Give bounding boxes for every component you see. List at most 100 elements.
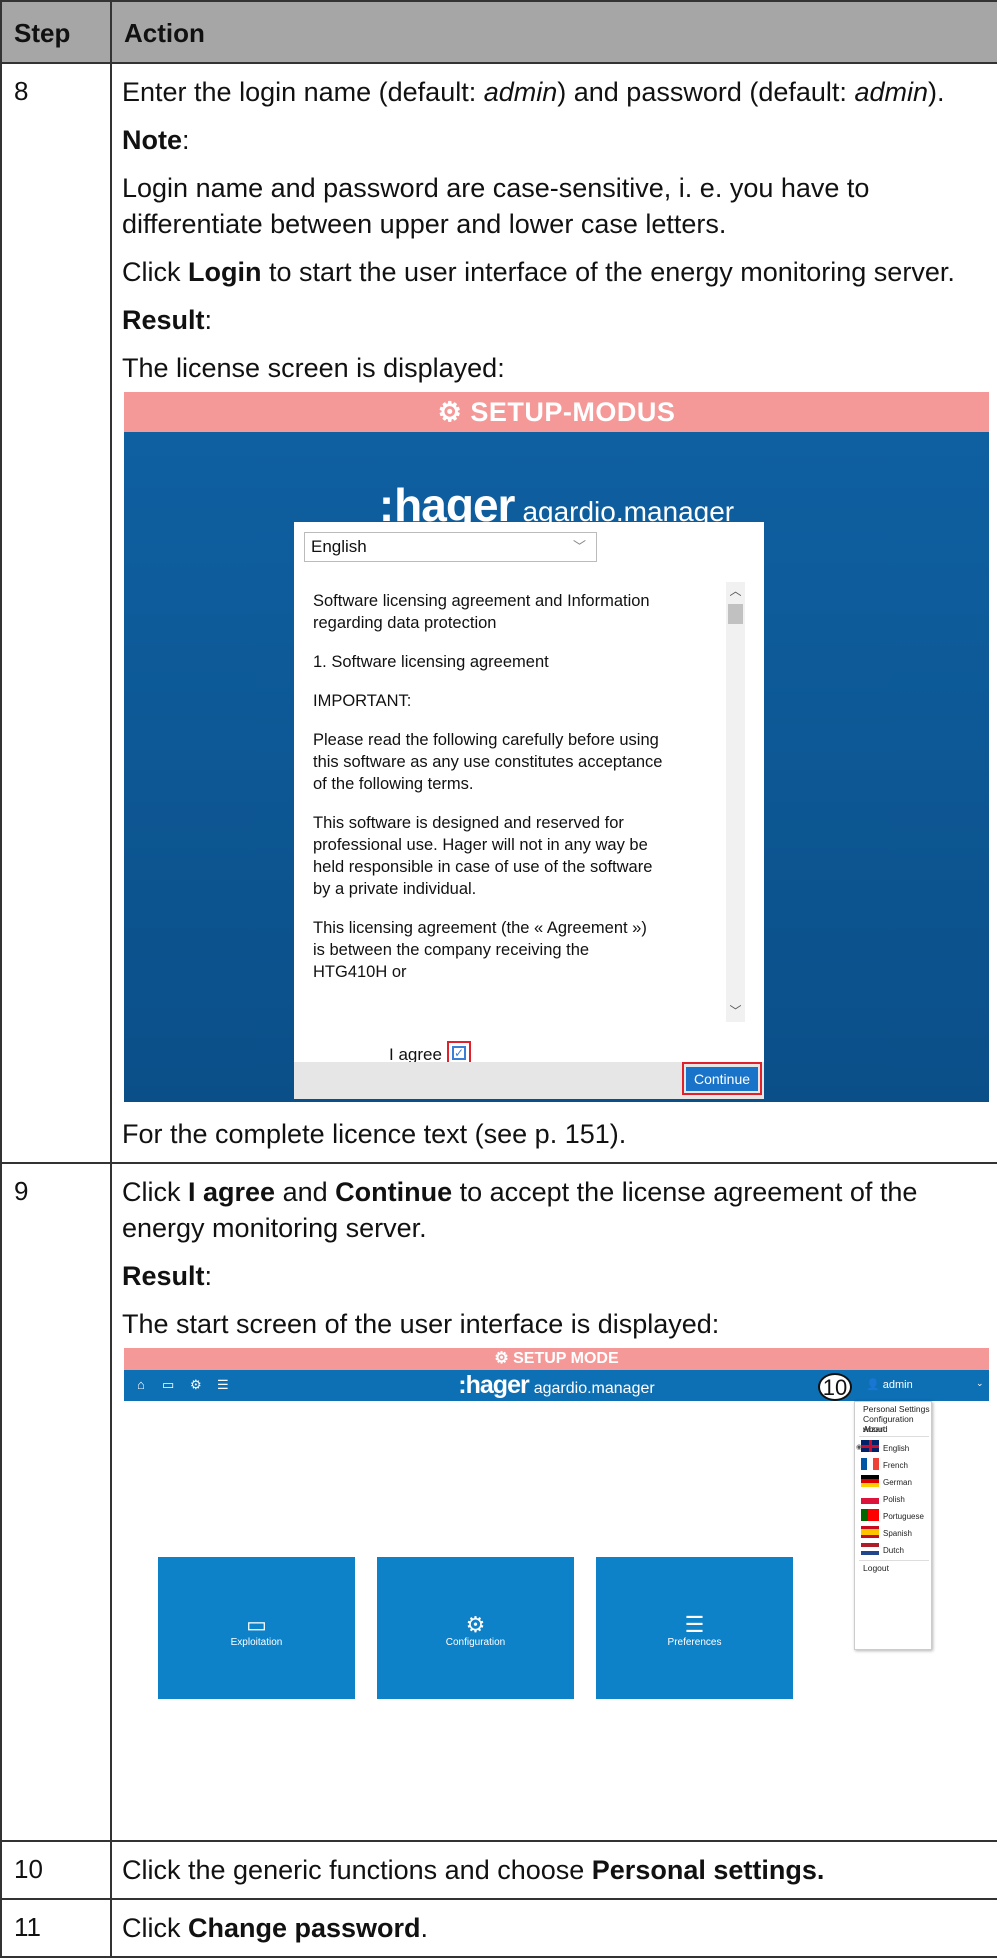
user-icon: 👤 [866, 1379, 880, 1391]
license-paragraph: IMPORTANT: [313, 692, 412, 710]
result-heading: Result: [122, 1258, 983, 1294]
step-number: 8 [0, 62, 112, 1164]
step-action: Click I agree and Continue to accept the… [110, 1162, 997, 1842]
step-action: Click Change password. [110, 1898, 997, 1958]
scroll-thumb[interactable] [728, 604, 743, 624]
license-paragraph: This software is designed and reserved f… [313, 814, 653, 898]
table-row: 10 Click the generic functions and choos… [0, 1840, 997, 1900]
license-dialog: English ﹀ Software licensing agreement a… [294, 522, 764, 1099]
instruction-text: Click I agree and Continue to accept the… [122, 1174, 983, 1246]
gears-icon: ⚙ [465, 1612, 486, 1637]
header-action: Action [110, 0, 997, 64]
menu-item-french[interactable]: French [883, 1461, 908, 1470]
table-row: 11 Click Change password. [0, 1898, 997, 1958]
user-dropdown-menu: Personal Settings Configuration wizard A… [854, 1401, 932, 1650]
menu-item-personal-settings[interactable]: Personal Settings [863, 1404, 930, 1414]
license-text: Software licensing agreement and Informa… [313, 590, 663, 1000]
text-run: Click [122, 1177, 188, 1207]
result-heading: Result: [122, 302, 983, 338]
license-paragraph: 1. Software licensing agreement [313, 653, 549, 671]
continue-keyword: Continue [335, 1177, 453, 1207]
tile-configuration[interactable]: ⚙ Configuration [377, 1557, 574, 1699]
step-action: Click the generic functions and choose P… [110, 1840, 997, 1900]
scroll-down-icon[interactable]: ﹀ [726, 1002, 745, 1022]
scroll-up-icon[interactable]: ︿ [726, 582, 745, 602]
menu-divider [859, 1560, 929, 1561]
license-screenshot: ⚙ SETUP-MODUS :hager agardio.manager Engl… [124, 392, 989, 1102]
tile-preferences[interactable]: ☰ Preferences [596, 1557, 793, 1699]
laptop-icon: ▭ [246, 1612, 267, 1637]
table-row: 8 Enter the login name (default: admin) … [0, 62, 997, 1164]
continue-button[interactable]: Continue [686, 1067, 758, 1091]
step-action: Enter the login name (default: admin) an… [110, 62, 997, 1164]
result-label: Result [122, 305, 205, 335]
change-password-keyword: Change password [188, 1913, 421, 1943]
text-run: : [182, 125, 190, 155]
text-run: : [204, 305, 213, 335]
caret-down-icon[interactable]: ⌄ [976, 1378, 984, 1389]
menu-item-spanish[interactable]: Spanish [883, 1529, 912, 1538]
license-paragraph: Software licensing agreement and Informa… [313, 592, 650, 632]
note-label: Note [122, 125, 182, 155]
brand-colon: : [458, 1371, 466, 1399]
note-text: Login name and password are case-sensiti… [122, 173, 870, 239]
text-run: ) and password (default: [557, 77, 855, 107]
license-paragraph: Please read the following carefully befo… [313, 731, 663, 793]
spain-flag-icon [861, 1526, 879, 1538]
text-run: and [275, 1177, 336, 1207]
table-row: 9 Click I agree and Continue to accept t… [0, 1162, 997, 1842]
setup-mode-banner: ⚙ SETUP-MODUS [124, 392, 989, 432]
menu-item-logout[interactable]: Logout [863, 1563, 889, 1573]
brand-name: hager [465, 1371, 530, 1399]
tile-label: Configuration [445, 1637, 506, 1648]
instruction-text: Click Login to start the user interface … [122, 254, 983, 290]
license-paragraph: This licensing agreement (the « Agreemen… [313, 919, 647, 981]
menu-item-german[interactable]: German [883, 1478, 912, 1487]
note-heading: Note: [122, 122, 983, 158]
menu-item-english[interactable]: English [883, 1444, 909, 1453]
menu-item-portuguese[interactable]: Portuguese [883, 1512, 924, 1521]
text-run: Enter the login name (default: [122, 77, 484, 107]
table-header-row: Step Action [0, 0, 997, 64]
personal-settings-keyword: Personal settings. [591, 1855, 825, 1885]
netherlands-flag-icon [861, 1543, 879, 1555]
instruction-text: Click Change password. [122, 1910, 983, 1946]
brand-logo: :hager agardio.manager [124, 1371, 989, 1400]
default-password: admin [854, 77, 928, 107]
uk-flag-icon [861, 1440, 879, 1452]
menu-divider [859, 1436, 929, 1437]
step-number: 10 [0, 1840, 112, 1900]
user-menu[interactable]: 👤 admin [866, 1378, 913, 1391]
continue-highlight: Continue [682, 1062, 762, 1095]
france-flag-icon [861, 1458, 879, 1470]
text-run: Click [122, 1913, 188, 1943]
result-text: The start screen of the user interface i… [122, 1309, 720, 1339]
text-run: . [420, 1913, 429, 1943]
tile-exploitation[interactable]: ▭ Exploitation [158, 1557, 355, 1699]
result-label: Result [122, 1261, 205, 1291]
instruction-text: Click the generic functions and choose P… [122, 1852, 983, 1888]
menu-item-dutch[interactable]: Dutch [883, 1546, 904, 1555]
language-value: English [311, 537, 367, 556]
tile-label: Preferences [667, 1637, 722, 1648]
step-number: 9 [0, 1162, 112, 1842]
language-select[interactable]: English ﹀ [304, 532, 597, 562]
text-run: Click the generic functions and choose [122, 1855, 592, 1885]
result-text: The license screen is displayed: [122, 353, 505, 383]
text-run: : [204, 1261, 213, 1291]
instruction-text: Enter the login name (default: admin) an… [122, 74, 983, 110]
menu-item-about[interactable]: About [863, 1424, 885, 1434]
license-scrollbar[interactable]: ︿ ﹀ [726, 582, 745, 1022]
footer-text: For the complete licence text (see p. 15… [122, 1119, 627, 1149]
chevron-down-icon: ﹀ [572, 539, 586, 554]
germany-flag-icon [861, 1475, 879, 1487]
menu-item-polish[interactable]: Polish [883, 1495, 905, 1504]
i-agree-keyword: I agree [188, 1177, 276, 1207]
setup-mode-banner: ⚙ SETUP MODE [124, 1348, 989, 1370]
top-navbar: ⌂ ▭ ⚙ ☰ :hager agardio.manager 👤 admin ⌄ [124, 1370, 989, 1401]
text-run: ). [927, 77, 945, 107]
sliders-icon: ☰ [684, 1612, 705, 1637]
header-step: Step [0, 0, 112, 64]
text-run: Click [122, 257, 188, 287]
user-name: admin [882, 1379, 913, 1391]
